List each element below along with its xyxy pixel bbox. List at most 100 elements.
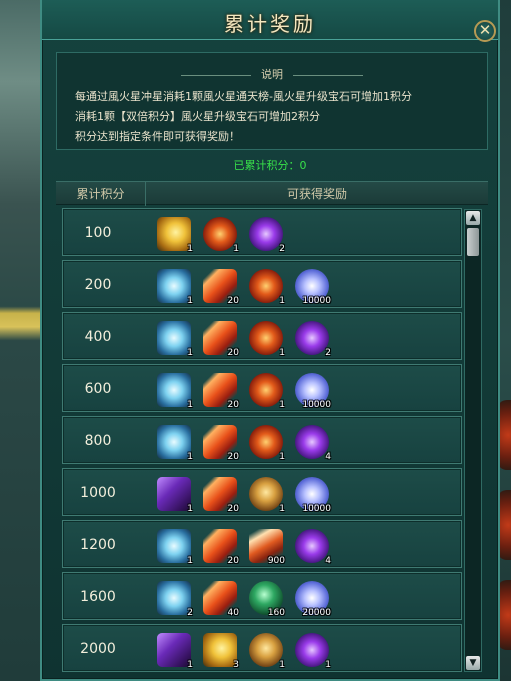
close-button[interactable]: ✕ <box>474 20 496 42</box>
row-points: 200 <box>84 277 112 293</box>
gold-wind-icon[interactable]: 1 <box>157 217 193 254</box>
item-count: 160 <box>267 608 285 618</box>
row-points: 1000 <box>80 485 116 501</box>
item-count: 20 <box>227 504 239 514</box>
description-line: 消耗1颗【双倍积分】風火星升级宝石可增加2积分 <box>75 110 320 123</box>
scrollbar[interactable]: ▲ ▼ <box>464 209 482 672</box>
reward-list[interactable]: 100 1 1 2 200 1 20 1 10000 400 1 20 1 2 600 1 20 1 10000 80… <box>62 208 462 674</box>
item-count: 20 <box>227 556 239 566</box>
crystal-icon[interactable]: 10000 <box>295 373 331 410</box>
feather-icon[interactable]: 20 <box>203 425 239 462</box>
item-count: 1 <box>279 660 285 670</box>
item-count: 10000 <box>302 504 331 514</box>
description-box: 说明 每通过風火星冲星消耗1颗風火星通天榜-風火星升级宝石可增加1积分 消耗1颗… <box>56 52 488 150</box>
crystal-icon[interactable]: 10000 <box>295 269 331 306</box>
item-count: 1 <box>187 296 193 306</box>
title-bar: 累计奖励 <box>42 0 498 40</box>
table-row: 200 1 20 1 10000 <box>62 260 462 308</box>
item-count: 1 <box>187 400 193 410</box>
scroll-down-icon[interactable]: ▼ <box>466 656 480 670</box>
feather-icon[interactable]: 20 <box>203 373 239 410</box>
row-points: 600 <box>84 381 112 397</box>
purple-gem-icon[interactable]: 4 <box>295 529 331 566</box>
item-count: 20 <box>227 400 239 410</box>
item-count: 1 <box>187 504 193 514</box>
table-row: 600 1 20 1 10000 <box>62 364 462 412</box>
item-count: 20 <box>227 452 239 462</box>
fire-orb-icon[interactable]: 1 <box>249 321 285 358</box>
purple-gem-icon[interactable]: 2 <box>295 321 331 358</box>
item-count: 4 <box>325 556 331 566</box>
purple-gem-icon[interactable]: 2 <box>249 217 285 254</box>
item-count: 1 <box>325 660 331 670</box>
feather-icon[interactable]: 20 <box>203 269 239 306</box>
wind-icon[interactable]: 1 <box>157 269 193 306</box>
purple-gem-icon[interactable]: 4 <box>295 425 331 462</box>
item-count: 900 <box>267 556 285 566</box>
green-orb-icon[interactable]: 160 <box>249 581 285 618</box>
reward-panel: 累计奖励 ✕ 说明 每通过風火星冲星消耗1颗風火星通天榜-風火星升级宝石可增加1… <box>40 0 500 681</box>
item-count: 1 <box>279 296 285 306</box>
item-count: 1 <box>279 400 285 410</box>
item-count: 2 <box>187 608 193 618</box>
window-title: 累计奖励 <box>224 12 316 36</box>
background-left <box>0 0 44 681</box>
wind-icon[interactable]: 1 <box>157 425 193 462</box>
item-count: 10000 <box>302 400 331 410</box>
row-points: 100 <box>84 225 112 241</box>
header-rewards: 可获得奖励 <box>286 187 347 201</box>
crystal-icon[interactable]: 20000 <box>295 581 331 618</box>
wind-icon[interactable]: 1 <box>157 529 193 566</box>
item-count: 2 <box>325 348 331 358</box>
item-count: 3 <box>233 660 239 670</box>
table-row: 100 1 1 2 <box>62 208 462 256</box>
row-points: 2000 <box>80 641 116 657</box>
table-row: 400 1 20 1 2 <box>62 312 462 360</box>
item-count: 40 <box>227 608 239 618</box>
item-count: 20 <box>227 348 239 358</box>
shell-icon[interactable]: 1 <box>249 633 285 670</box>
table-row: 800 1 20 1 4 <box>62 416 462 464</box>
sword-icon[interactable]: 900 <box>249 529 285 566</box>
feather-icon[interactable]: 20 <box>203 477 239 514</box>
item-count: 1 <box>233 244 239 254</box>
shell-icon[interactable]: 1 <box>249 477 285 514</box>
wind-icon[interactable]: 2 <box>157 581 193 618</box>
table-row: 1600 2 40 160 20000 <box>62 572 462 620</box>
fire-orb-icon[interactable]: 1 <box>249 425 285 462</box>
description-line: 每通过風火星冲星消耗1颗風火星通天榜-風火星升级宝石可增加1积分 <box>75 90 412 103</box>
item-count: 1 <box>279 348 285 358</box>
row-points: 1600 <box>80 589 116 605</box>
feather-icon[interactable]: 40 <box>203 581 239 618</box>
purple-gem-icon[interactable]: 1 <box>295 633 331 670</box>
item-count: 1 <box>187 348 193 358</box>
purple-box-icon[interactable]: 1 <box>157 477 193 514</box>
scroll-up-icon[interactable]: ▲ <box>466 211 480 225</box>
description-line: 积分达到指定条件即可获得奖励！ <box>75 130 240 143</box>
description-heading: 说明 <box>57 66 487 82</box>
feather-icon[interactable]: 20 <box>203 529 239 566</box>
item-count: 1 <box>279 452 285 462</box>
wind-icon[interactable]: 1 <box>157 373 193 410</box>
item-count: 4 <box>325 452 331 462</box>
fire-orb-icon[interactable]: 1 <box>249 373 285 410</box>
item-count: 1 <box>187 556 193 566</box>
purple-box-icon[interactable]: 1 <box>157 633 193 670</box>
header-points: 累计积分 <box>56 182 146 206</box>
row-points: 400 <box>84 329 112 345</box>
item-count: 20 <box>227 296 239 306</box>
scroll-thumb[interactable] <box>467 228 479 256</box>
item-count: 1 <box>187 452 193 462</box>
row-points: 800 <box>84 433 112 449</box>
fire-orb-icon[interactable]: 1 <box>249 269 285 306</box>
table-header: 累计积分 可获得奖励 <box>56 181 488 206</box>
table-row: 1200 1 20 900 4 <box>62 520 462 568</box>
fire-orb-icon[interactable]: 1 <box>203 217 239 254</box>
item-count: 2 <box>279 244 285 254</box>
crystal-icon[interactable]: 10000 <box>295 477 331 514</box>
wind-icon[interactable]: 1 <box>157 321 193 358</box>
feather-icon[interactable]: 20 <box>203 321 239 358</box>
accumulated-score: 已累计积分：0 <box>233 159 307 172</box>
table-row: 1000 1 20 1 10000 <box>62 468 462 516</box>
gold-wind-icon[interactable]: 3 <box>203 633 239 670</box>
